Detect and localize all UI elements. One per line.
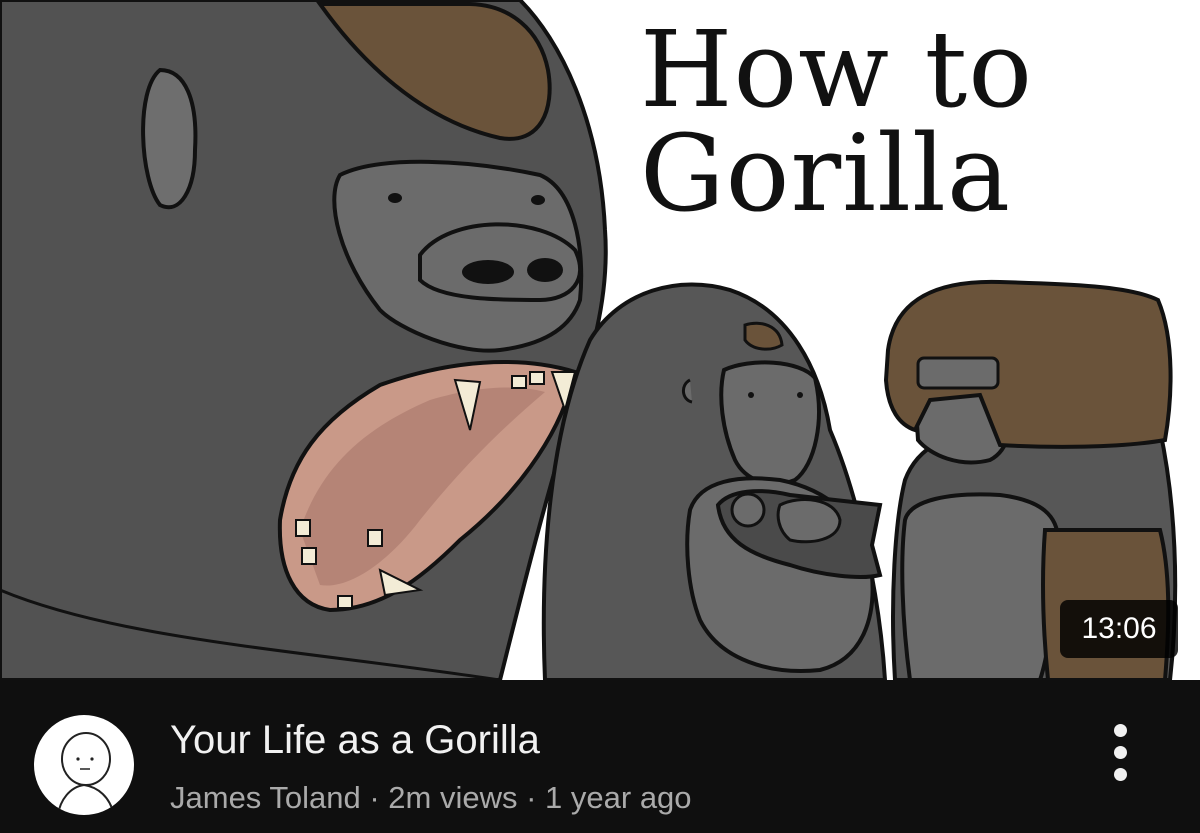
video-metadata-line: James Toland · 2m views · 1 year ago	[170, 780, 692, 816]
video-card: How to Gorilla 13:06 Your Life as a Gori…	[0, 0, 1200, 833]
vertical-ellipsis-icon	[1114, 724, 1127, 737]
upload-age: 1 year ago	[545, 780, 692, 815]
more-options-button[interactable]	[1098, 720, 1144, 786]
view-count: 2m views	[388, 780, 518, 815]
thumbnail-title-text: How to Gorilla	[640, 8, 1180, 235]
stick-figure-avatar-icon	[57, 732, 115, 815]
vertical-ellipsis-icon	[1114, 746, 1127, 759]
meta-separator: ·	[360, 780, 389, 815]
video-title[interactable]: Your Life as a Gorilla	[170, 718, 540, 763]
channel-avatar[interactable]	[34, 715, 134, 815]
video-meta-row: Your Life as a Gorilla James Toland · 2m…	[0, 680, 1200, 833]
vertical-ellipsis-icon	[1114, 768, 1127, 781]
thumbnail-title-line-1: How to	[640, 8, 1034, 131]
video-duration-badge: 13:06	[1060, 600, 1178, 658]
thumbnail-title-line-2: Gorilla	[640, 112, 1012, 235]
video-thumbnail[interactable]: How to Gorilla 13:06	[0, 0, 1200, 680]
channel-name[interactable]: James Toland	[170, 780, 361, 815]
meta-separator: ·	[517, 780, 546, 815]
